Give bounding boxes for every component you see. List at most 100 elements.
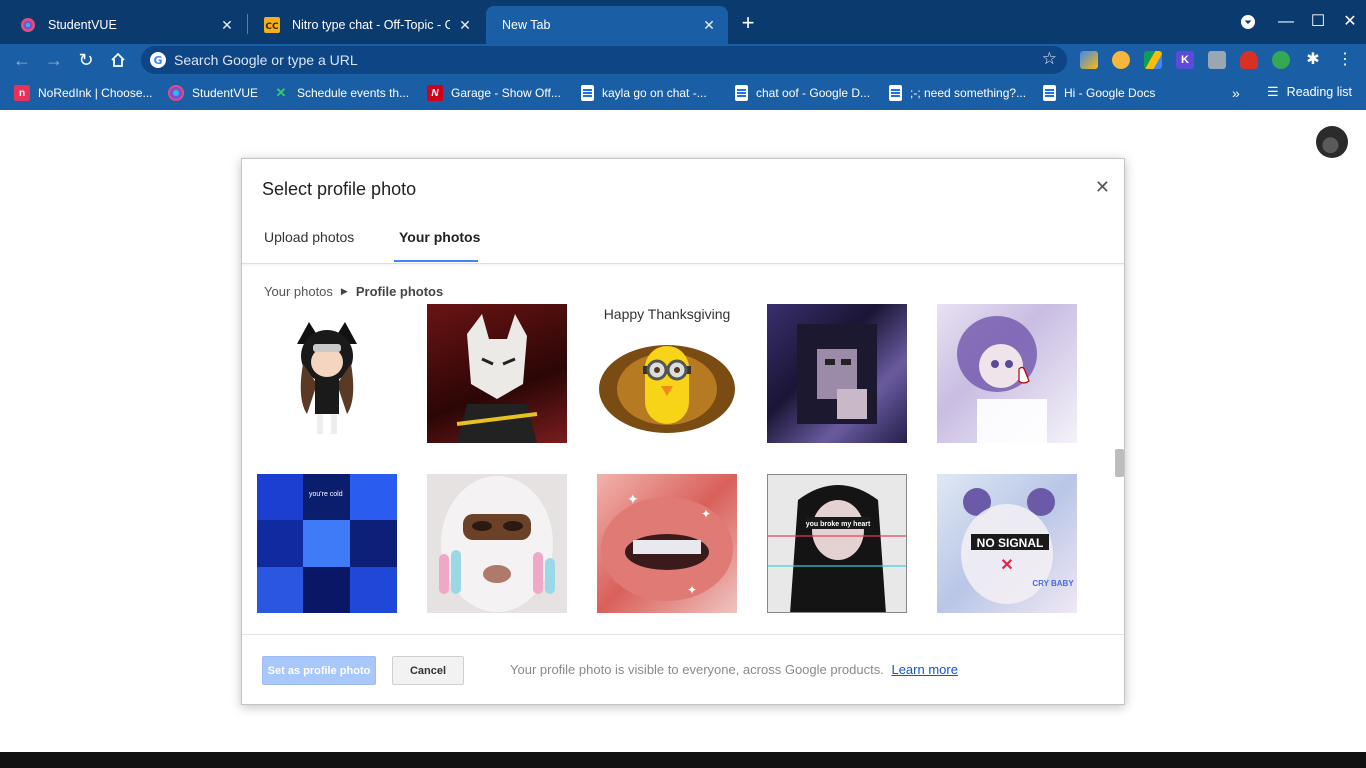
dialog-title: Select profile photo [262, 179, 417, 199]
tab-your-photos[interactable]: Your photos [399, 229, 480, 245]
close-icon[interactable]: ✕ [218, 17, 236, 34]
tab-studentvue[interactable]: StudentVUE ✕ [4, 6, 246, 44]
back-icon[interactable]: ← [10, 48, 34, 72]
bookmark-label: Schedule events th... [297, 86, 410, 100]
maximize-icon[interactable]: ☐ [1306, 10, 1330, 34]
cancel-button[interactable]: Cancel [392, 656, 464, 685]
tab-new-tab[interactable]: New Tab ✕ [486, 6, 728, 44]
bookmark-noredink[interactable]: n NoRedInk | Choose... [14, 84, 153, 102]
puzzle-extensions-icon[interactable]: ✱ [1304, 51, 1322, 69]
photo-no-signal[interactable]: NO SIGNAL ✕ CRY BABY [937, 474, 1077, 613]
divider [242, 634, 1124, 635]
caret-right-icon: ▶ [340, 286, 348, 296]
set-as-profile-photo-button[interactable]: Set as profile photo [262, 656, 376, 685]
tab-indicator [394, 260, 478, 262]
omnibox[interactable]: G Search Google or type a URL ☆ [141, 46, 1067, 74]
new-tab-plus-icon[interactable]: + [736, 12, 760, 36]
extension-icon[interactable] [1208, 51, 1226, 69]
svg-text:✕: ✕ [1000, 557, 1013, 574]
minimize-icon[interactable]: — [1274, 10, 1298, 34]
blurry-anime-girl-icon [957, 316, 1047, 443]
google-docs-icon [889, 85, 902, 101]
nitro-type-icon: N [427, 85, 443, 101]
photo-lips-grill[interactable]: ✦ ✦ ✦ [597, 474, 737, 613]
bookmark-kayla-chat[interactable]: kayla go on chat -... [581, 84, 707, 102]
close-icon[interactable]: ✕ [1095, 177, 1110, 198]
photo-glitch-girl[interactable]: you broke my heart [767, 474, 907, 613]
more-menu-icon[interactable]: ⋮ [1336, 51, 1354, 69]
divider [242, 263, 1124, 264]
white-fox-anime-boy-icon [456, 314, 538, 443]
kami-icon[interactable]: K [1176, 51, 1194, 69]
google-drive-icon[interactable] [1144, 51, 1162, 69]
bookmark-schedule-events[interactable]: ✕ Schedule events th... [273, 84, 410, 102]
bookmark-label: chat oof - Google D... [756, 86, 871, 100]
google-docs-icon [735, 85, 748, 101]
extension-on-icon[interactable] [1112, 51, 1130, 69]
pixelated-portrait-icon [797, 324, 877, 424]
svg-text:NO SIGNAL: NO SIGNAL [977, 536, 1044, 550]
photo-white-fox-boy[interactable] [427, 304, 567, 443]
extension-icon[interactable] [1080, 51, 1098, 69]
google-docs-icon [1043, 85, 1056, 101]
bookmark-label: StudentVUE [192, 86, 259, 100]
no-signal-glitch-icon: NO SIGNAL ✕ CRY BABY [961, 488, 1074, 604]
reading-list-button[interactable]: ☰ Reading list [1267, 84, 1352, 100]
photo-minion-turkey[interactable]: Happy Thanksgiving [597, 304, 737, 443]
forward-icon[interactable]: → [42, 48, 66, 72]
tab-upload-photos[interactable]: Upload photos [264, 229, 354, 245]
window-close-icon[interactable]: ✕ [1338, 10, 1362, 34]
photo-chibi-cat-girl[interactable] [257, 304, 397, 443]
svg-text:Happy Thanksgiving: Happy Thanksgiving [604, 306, 731, 322]
reload-icon[interactable]: ↻ [74, 48, 98, 72]
photo-pixelated-portrait[interactable] [767, 304, 907, 443]
bookmark-label: kayla go on chat -... [602, 86, 707, 100]
tab-title: Nitro type chat - Off-Topic - Code [292, 18, 450, 32]
taskbar-strip [0, 752, 1366, 768]
x-icon: ✕ [275, 85, 287, 100]
scrollbar-thumb[interactable] [1115, 449, 1124, 477]
chibi-cat-girl-avatar-icon [297, 322, 357, 434]
ski-mask-nails-icon [439, 476, 555, 612]
extension-icon[interactable] [1272, 51, 1290, 69]
svg-text:you're cold: you're cold [309, 491, 343, 498]
account-avatar[interactable] [1316, 126, 1348, 158]
toolbar: ← → ↻ G Search Google or type a URL ☆ K … [0, 44, 1366, 76]
bookmark-label: ;-; need something?... [910, 86, 1027, 100]
close-icon[interactable]: ✕ [700, 17, 718, 34]
home-icon[interactable] [106, 48, 130, 72]
breadcrumb-root[interactable]: Your photos [264, 284, 333, 299]
blue-aesthetic-collage-icon: you're cold [257, 474, 397, 613]
google-icon: G [150, 52, 166, 68]
photo-blurry-anime-girl[interactable] [937, 304, 1077, 443]
tab-nitro-type-chat[interactable]: CC Nitro type chat - Off-Topic - Code ✕ [248, 6, 484, 44]
omnibox-placeholder: Search Google or type a URL [174, 52, 358, 68]
bookmark-studentvue[interactable]: StudentVUE [168, 84, 258, 102]
google-docs-icon [581, 85, 594, 101]
codecademy-icon: CC [264, 17, 280, 33]
photo-blue-collage[interactable]: you're cold [257, 474, 397, 613]
tab-title: New Tab [502, 18, 551, 32]
glitch-girl-icon: you broke my heart [768, 475, 906, 612]
noredink-icon: n [14, 85, 30, 101]
bookmark-star-icon[interactable]: ☆ [1042, 49, 1057, 69]
close-icon[interactable]: ✕ [456, 17, 474, 34]
breadcrumb: Your photos ▶ Profile photos [264, 284, 443, 299]
minion-turkey-icon: Happy Thanksgiving [599, 306, 735, 433]
reading-list-label: Reading list [1286, 85, 1352, 99]
learn-more-link[interactable]: Learn more [891, 662, 957, 677]
svg-text:✦: ✦ [687, 583, 697, 597]
extension-icon[interactable] [1240, 51, 1258, 69]
lips-with-grill-icon: ✦ ✦ ✦ [601, 491, 733, 601]
svg-text:you broke my heart: you broke my heart [806, 521, 871, 528]
more-bookmarks-icon[interactable]: » [1232, 84, 1240, 102]
visibility-notice: Your profile photo is visible to everyon… [510, 662, 958, 677]
bookmark-chat-oof[interactable]: chat oof - Google D... [735, 84, 870, 102]
bookmark-need-something[interactable]: ;-; need something?... [889, 84, 1026, 102]
bookmark-hi-docs[interactable]: Hi - Google Docs [1043, 84, 1155, 102]
tab-search-icon[interactable] [1236, 10, 1260, 34]
bookmark-garage[interactable]: N Garage - Show Off... [427, 84, 561, 102]
notice-text: Your profile photo is visible to everyon… [510, 662, 884, 677]
bookmark-label: Hi - Google Docs [1064, 86, 1156, 100]
photo-ski-mask-nails[interactable] [427, 474, 567, 613]
